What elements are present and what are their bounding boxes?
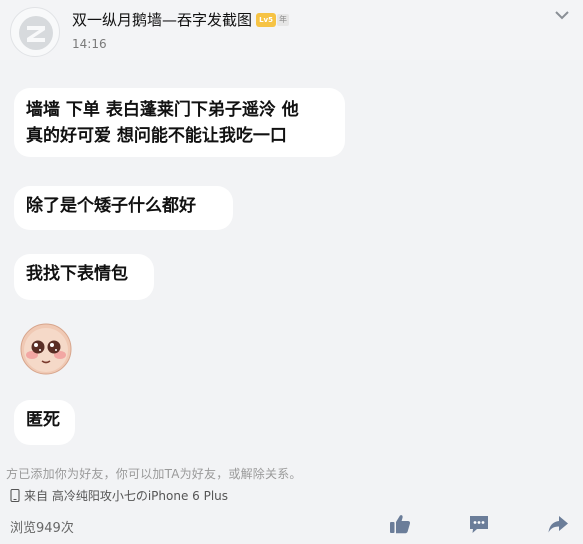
bubble-line: 墙墙 下单 表白蓬莱门下弟子遥泠 他: [26, 100, 299, 120]
blushing-face-icon: [20, 323, 72, 375]
source-line: 来自 高冷纯阳攻小七のiPhone 6 Plus: [10, 487, 228, 504]
thumbs-up-icon[interactable]: [389, 513, 411, 535]
bubble-line: 真的好可爱 想问能不能让我吃一口: [26, 126, 287, 146]
share-icon[interactable]: [547, 513, 569, 535]
chat-bubble: 除了是个矮子什么都好: [14, 186, 233, 230]
chat-bubble: 墙墙 下单 表白蓬莱门下弟子遥泠 他 真的好可爱 想问能不能让我吃一口: [14, 88, 345, 157]
chat-bubble: 我找下表情包: [14, 254, 154, 300]
phone-icon: [10, 489, 20, 502]
comment-icon[interactable]: [468, 513, 490, 535]
level-badge: Lv5 年: [256, 12, 290, 28]
view-count: 浏览949次: [10, 521, 74, 536]
system-note: 方已添加你为好友，你可以加TA为好友，或解除关系。: [6, 467, 302, 481]
chat-bubble: 匿死: [14, 400, 75, 445]
default-avatar-icon: [19, 16, 53, 50]
bubble-text: 我找下表情包: [26, 264, 128, 284]
bubble-text: 除了是个矮子什么都好: [26, 196, 196, 216]
bubble-text: 匿死: [26, 410, 60, 430]
author-name-row: 双一纵月鹅墙—吞字发截图 Lv5 年: [72, 9, 290, 30]
author-name[interactable]: 双一纵月鹅墙—吞字发截图: [72, 9, 252, 30]
post-header: 双一纵月鹅墙—吞字发截图 Lv5 年 14:16: [0, 0, 583, 60]
level-crown-icon: Lv5: [256, 12, 277, 27]
post-time: 14:16: [72, 37, 107, 51]
source-text[interactable]: 来自 高冷纯阳攻小七のiPhone 6 Plus: [24, 487, 228, 504]
chevron-down-icon[interactable]: [553, 8, 571, 22]
avatar[interactable]: [10, 7, 60, 57]
badge-year: 年: [277, 13, 290, 26]
